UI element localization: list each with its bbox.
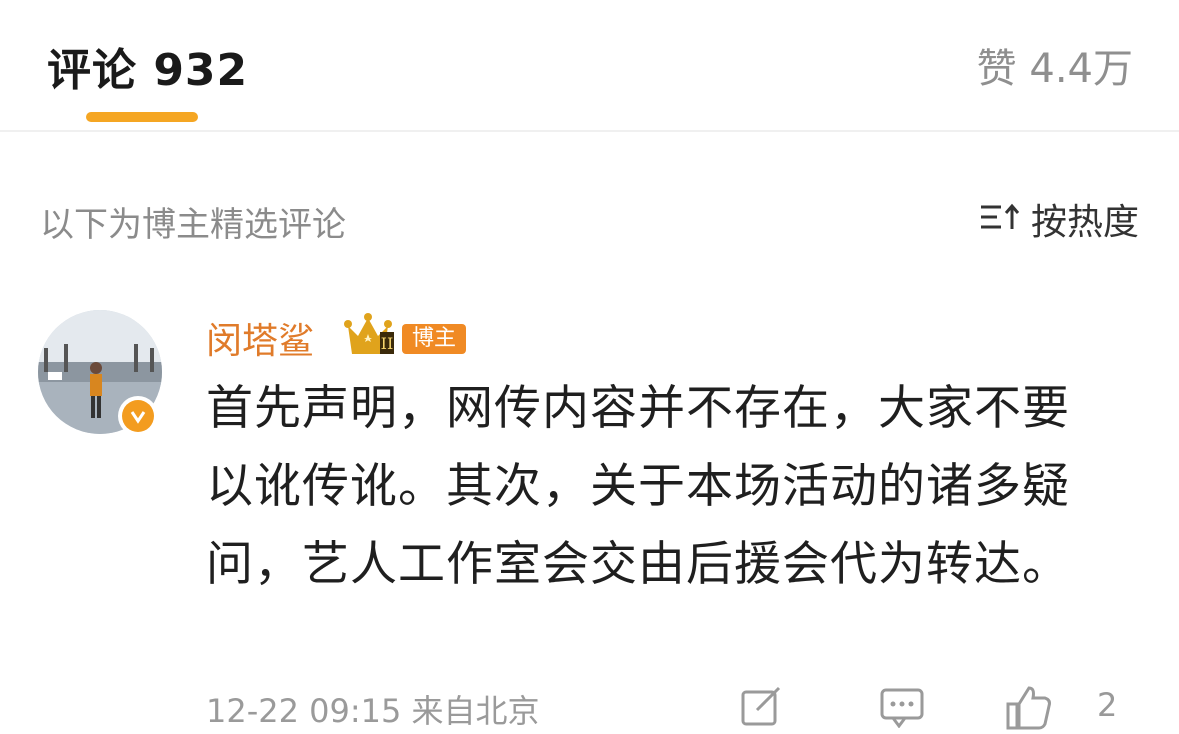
- tab-likes[interactable]: 赞 4.4万: [977, 36, 1133, 94]
- tab-comments[interactable]: 评论 932: [47, 34, 248, 98]
- location: 来自北京: [411, 692, 540, 730]
- like-count: 2: [1097, 686, 1118, 724]
- svg-text:II: II: [381, 334, 394, 353]
- comment-meta: 12-22 09:15 来自北京: [206, 686, 540, 732]
- comment-text: 首先声明，网传内容并不存在，大家不要以讹传讹。其次，关于本场活动的诸多疑问，艺人…: [206, 381, 1070, 592]
- sort-by-hot-button[interactable]: 按热度: [979, 196, 1139, 243]
- avatar[interactable]: [38, 310, 162, 436]
- timestamp: 12-22 09:15: [206, 692, 402, 730]
- share-icon[interactable]: [739, 684, 783, 732]
- verified-icon: [118, 396, 158, 436]
- sort-label: 按热度: [1030, 202, 1139, 243]
- username[interactable]: 闵塔鲨: [206, 312, 314, 364]
- active-tab-indicator: [86, 112, 198, 122]
- featured-comments-label: 以下为博主精选评论: [40, 205, 346, 245]
- crown-badge-icon: II: [344, 312, 406, 360]
- comment-actions: 2: [741, 680, 1139, 732]
- divider: [0, 130, 1179, 132]
- comment-icon[interactable]: [879, 684, 925, 732]
- comment-tabs: 评论 932 赞 4.4万: [0, 0, 1179, 130]
- blogger-tag: 博主: [402, 324, 467, 354]
- sort-icon: [979, 201, 1023, 237]
- thumbs-up-icon[interactable]: [1005, 684, 1053, 734]
